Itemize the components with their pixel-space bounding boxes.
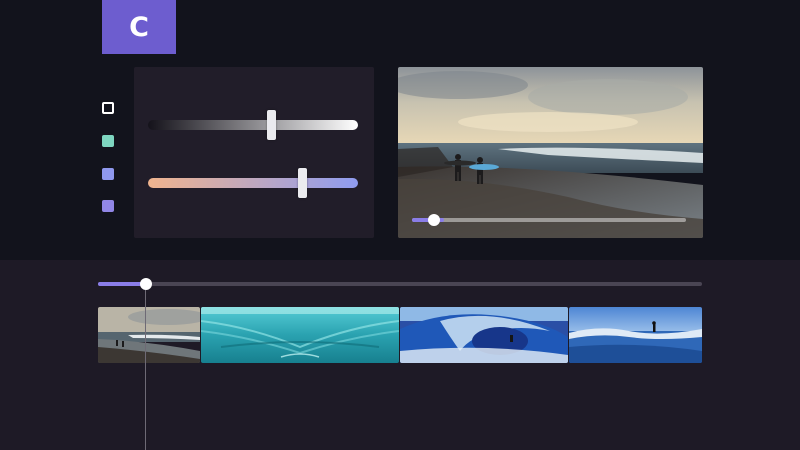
timeline-playhead[interactable] [145, 290, 146, 450]
timeline-scrubber-track[interactable] [98, 278, 702, 290]
clip-3-thumbnail [400, 307, 568, 363]
swatch-mint[interactable] [102, 135, 114, 147]
adjustments-panel [134, 67, 374, 238]
timeline-scrubber-progress [98, 282, 146, 286]
timeline-clip-1[interactable] [98, 307, 200, 363]
timeline-clip-2[interactable] [201, 307, 399, 363]
clip-2-thumbnail [201, 307, 399, 363]
timeline-scrubber-handle[interactable] [140, 278, 152, 290]
app-logo: C [102, 0, 176, 54]
brightness-slider-handle[interactable] [267, 110, 276, 140]
brightness-slider-track[interactable] [148, 120, 358, 130]
preview-scrubber-track[interactable] [412, 214, 686, 226]
color-slider-handle[interactable] [298, 168, 307, 198]
swatch-lavender[interactable] [102, 200, 114, 212]
swatch-periwinkle[interactable] [102, 168, 114, 180]
app-logo-letter: C [129, 11, 149, 43]
timeline-clip-4[interactable] [569, 307, 702, 363]
clip-1-thumbnail [98, 307, 200, 363]
video-preview[interactable] [398, 67, 703, 238]
clip-4-thumbnail [569, 307, 702, 363]
swatch-white-outline[interactable] [102, 102, 114, 114]
color-slider-track[interactable] [148, 178, 358, 188]
timeline-clip-3[interactable] [400, 307, 568, 363]
preview-scrubber-handle[interactable] [428, 214, 440, 226]
preview-image [398, 67, 703, 238]
